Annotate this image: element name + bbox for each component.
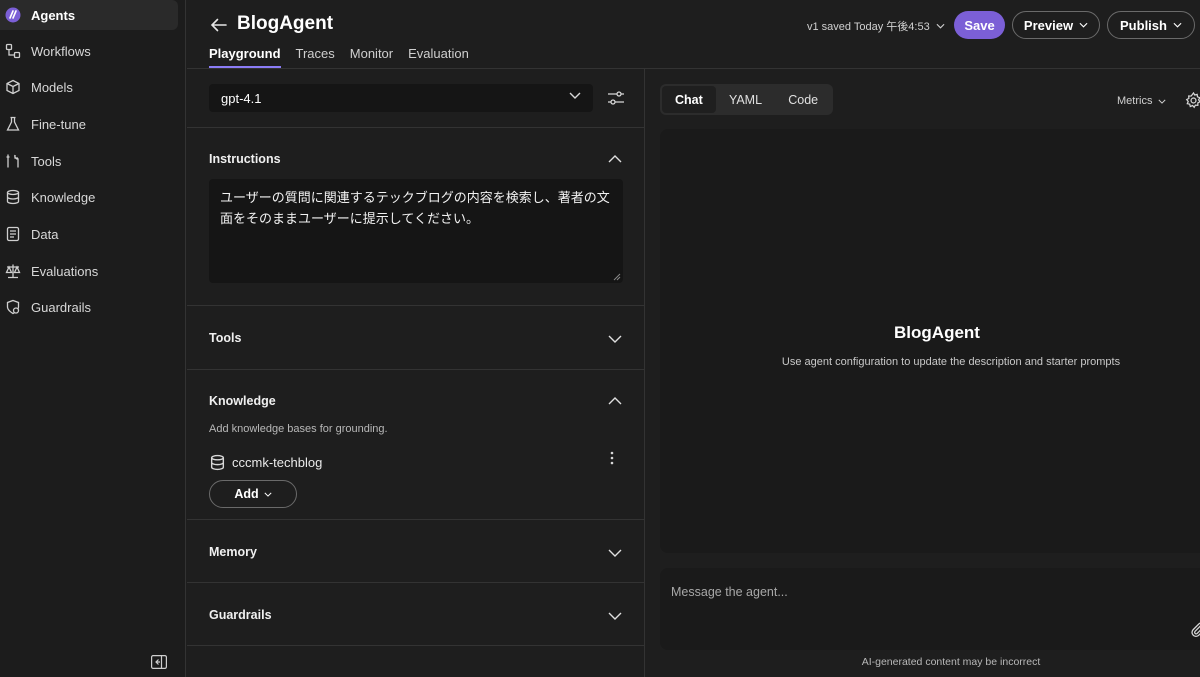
shield-icon: [4, 298, 22, 316]
header: BlogAgent Playground Traces Monitor Eval…: [187, 0, 1200, 69]
tools-icon: [4, 152, 22, 170]
chevron-down-icon: [1173, 22, 1182, 28]
divider: [187, 645, 645, 646]
agent-name: BlogAgent: [894, 323, 980, 342]
workflows-icon: [4, 42, 22, 60]
sidebar-item-label: Fine-tune: [31, 116, 86, 132]
sidebar-item-label: Tools: [31, 153, 62, 169]
sidebar-item-label: Workflows: [31, 43, 91, 59]
page-title: BlogAgent: [237, 13, 334, 34]
database-icon: [4, 188, 22, 206]
sidebar-item-label: Knowledge: [31, 189, 96, 205]
sidebar-item-tools[interactable]: Tools: [0, 146, 178, 176]
chevron-down-icon[interactable]: [608, 548, 622, 558]
sidebar-item-workflows[interactable]: Workflows: [0, 36, 178, 66]
chevron-down-icon[interactable]: [608, 611, 622, 621]
add-knowledge-button[interactable]: Add: [209, 480, 297, 508]
agent-config-panel: gpt-4.1 Instructions ユーザーの質問に関連するテックブログの…: [187, 69, 645, 677]
guardrails-title: Guardrails: [209, 608, 272, 622]
tab-chat[interactable]: Chat: [662, 86, 716, 113]
agent-description: Use agent configuration to update the de…: [781, 356, 1121, 368]
sidebar: Agents Workflows Models Fine-tune Tools …: [0, 0, 186, 677]
publish-label: Publish: [1120, 17, 1167, 33]
message-composer: [660, 568, 1200, 650]
view-tabs: Chat YAML Code: [660, 84, 833, 115]
tools-title: Tools: [209, 331, 242, 345]
sliders-icon[interactable]: [607, 89, 625, 107]
sidebar-item-agents[interactable]: Agents: [0, 0, 178, 30]
sidebar-item-label: Guardrails: [31, 299, 91, 315]
model-value: gpt-4.1: [221, 90, 262, 106]
header-tabs: Playground Traces Monitor Evaluation: [209, 46, 469, 68]
flask-icon: [4, 115, 22, 133]
chevron-down-icon: [1158, 99, 1166, 104]
paperclip-icon[interactable]: [1191, 622, 1200, 638]
chevron-up-icon[interactable]: [608, 154, 622, 164]
tab-playground[interactable]: Playground: [209, 46, 281, 68]
models-cube-icon: [4, 78, 22, 96]
chevron-down-icon[interactable]: [608, 334, 622, 344]
save-button[interactable]: Save: [954, 11, 1005, 39]
metrics-dropdown[interactable]: Metrics: [1117, 95, 1166, 107]
version-status-dropdown[interactable]: v1 saved Today 午後4:53: [807, 18, 945, 34]
document-icon: [4, 225, 22, 243]
chat-panel: Chat YAML Code Metrics BlogAgent Use age…: [646, 69, 1200, 677]
tab-code[interactable]: Code: [775, 86, 831, 113]
metrics-label: Metrics: [1117, 95, 1153, 107]
preview-button[interactable]: Preview: [1012, 11, 1100, 39]
resize-handle-icon[interactable]: [613, 273, 621, 281]
divider: [187, 519, 645, 520]
message-input[interactable]: [671, 585, 1151, 599]
more-vertical-icon[interactable]: [608, 450, 616, 466]
divider: [187, 369, 645, 370]
instructions-title: Instructions: [209, 152, 281, 166]
sidebar-item-evaluations[interactable]: Evaluations: [0, 256, 178, 286]
saved-status-text: v1 saved Today 午後4:53: [807, 21, 930, 33]
sidebar-item-knowledge[interactable]: Knowledge: [0, 182, 178, 212]
sidebar-item-label: Evaluations: [31, 263, 99, 279]
publish-button[interactable]: Publish: [1107, 11, 1195, 39]
tab-monitor[interactable]: Monitor: [350, 46, 393, 68]
back-arrow-icon[interactable]: [209, 15, 229, 35]
divider: [187, 582, 645, 583]
divider: [187, 305, 645, 306]
chevron-down-icon: [264, 492, 272, 497]
sidebar-item-label: Data: [31, 226, 59, 242]
knowledge-base-name: cccmk-techblog: [232, 455, 323, 470]
chevron-down-icon: [569, 92, 581, 99]
sidebar-item-data[interactable]: Data: [0, 219, 178, 249]
instructions-text: ユーザーの質問に関連するテックブログの内容を検索し、著者の文面をそのままユーザー…: [220, 190, 610, 226]
instructions-textarea[interactable]: ユーザーの質問に関連するテックブログの内容を検索し、著者の文面をそのままユーザー…: [209, 179, 623, 283]
tab-evaluation[interactable]: Evaluation: [408, 46, 469, 68]
sidebar-item-fine-tune[interactable]: Fine-tune: [0, 109, 178, 139]
model-select[interactable]: gpt-4.1: [209, 84, 593, 112]
chevron-down-icon: [1079, 22, 1088, 28]
collapse-sidebar-icon[interactable]: [151, 655, 168, 670]
sidebar-item-label: Agents: [31, 7, 76, 23]
tab-yaml[interactable]: YAML: [716, 86, 776, 113]
add-label: Add: [234, 487, 259, 501]
scale-icon: [4, 262, 22, 280]
chevron-up-icon[interactable]: [608, 396, 622, 406]
sidebar-item-models[interactable]: Models: [0, 72, 178, 102]
divider: [187, 127, 645, 128]
preview-label: Preview: [1023, 17, 1074, 33]
gear-icon[interactable]: [1185, 91, 1200, 109]
chevron-down-icon: [936, 23, 945, 29]
knowledge-base-item: cccmk-techblog: [209, 454, 322, 471]
sidebar-item-guardrails[interactable]: Guardrails: [0, 292, 178, 322]
ai-disclaimer: AI-generated content may be incorrect: [861, 656, 1041, 668]
knowledge-helper-text: Add knowledge bases for grounding.: [209, 423, 388, 435]
tab-traces[interactable]: Traces: [296, 46, 335, 68]
agents-logo-icon: [4, 6, 22, 24]
memory-title: Memory: [209, 545, 257, 559]
knowledge-title: Knowledge: [209, 394, 276, 408]
sidebar-item-label: Models: [31, 79, 73, 95]
database-icon: [210, 454, 225, 471]
